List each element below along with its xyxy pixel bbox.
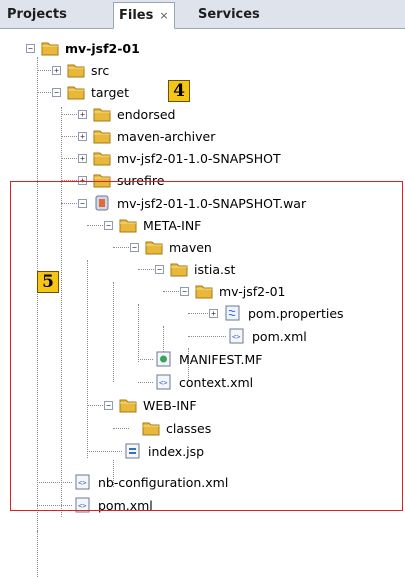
tree-label-endorsed: endorsed: [117, 106, 176, 122]
tab-services-label: Services: [198, 7, 260, 22]
folder-icon: [93, 150, 111, 166]
tab-files-label: Files: [119, 8, 154, 23]
expand-icon[interactable]: +: [78, 109, 87, 119]
tree-row-maven-archiver[interactable]: + maven-archiver: [78, 125, 215, 147]
tree-row-endorsed[interactable]: + endorsed: [78, 103, 175, 125]
tree-row-snapshot-dir[interactable]: + mv-jsf2-01-1.0-SNAPSHOT: [78, 147, 281, 169]
tree-label-snapshot-dir: mv-jsf2-01-1.0-SNAPSHOT: [117, 150, 281, 166]
callout-badge-4: 4: [168, 80, 190, 102]
callout-badge-5: 5: [37, 271, 59, 293]
tab-services[interactable]: Services: [193, 2, 265, 28]
tree-row-target[interactable]: − target: [52, 81, 129, 103]
tab-projects[interactable]: Projects: [2, 2, 72, 28]
folder-icon: [67, 62, 85, 78]
expand-icon[interactable]: +: [78, 153, 87, 163]
collapse-icon[interactable]: −: [26, 43, 35, 53]
tree-label-root: mv-jsf2-01: [65, 40, 140, 56]
collapse-icon[interactable]: −: [52, 87, 61, 97]
tree-label-target: target: [91, 84, 130, 100]
expand-icon[interactable]: +: [78, 131, 87, 141]
tab-projects-label: Projects: [7, 7, 67, 22]
tab-bar: Projects Files × Services: [0, 0, 405, 29]
folder-icon: [41, 40, 59, 56]
folder-icon: [93, 106, 111, 122]
tree-row-src[interactable]: + src: [52, 59, 109, 81]
tree-row-root[interactable]: − mv-jsf2-01: [26, 37, 140, 59]
folder-icon: [93, 128, 111, 144]
close-icon[interactable]: ×: [159, 9, 168, 22]
highlight-box: [10, 181, 403, 511]
tree-label-src: src: [91, 62, 110, 78]
tab-files[interactable]: Files ×: [113, 2, 175, 29]
expand-icon[interactable]: +: [52, 65, 61, 75]
tree-label-maven-archiver: maven-archiver: [117, 128, 216, 144]
folder-icon: [67, 84, 85, 100]
